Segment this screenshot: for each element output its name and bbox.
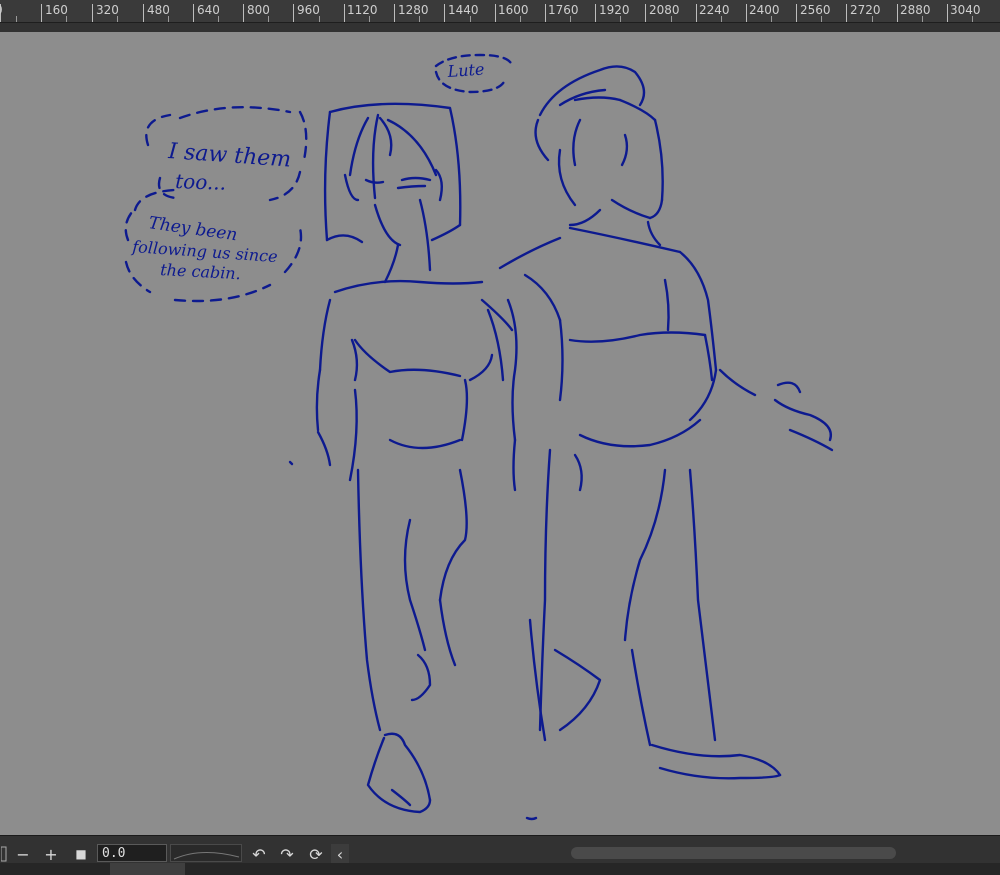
zoom-input[interactable]: 0.0 <box>97 844 167 862</box>
ruler-label: 1760 <box>548 3 579 17</box>
ruler-label: 2400 <box>749 3 780 17</box>
ruler-label: 2240 <box>699 3 730 17</box>
bubble-note-text: Lute <box>446 59 485 81</box>
rotate-right-button[interactable]: ↷ <box>276 844 298 864</box>
ruler-label: 320 <box>96 3 119 17</box>
horizontal-ruler: 0 160 320 480 640 800 960 1120 1280 1440… <box>0 0 1000 23</box>
rotate-left-icon: ↶ <box>252 844 266 864</box>
fit-to-screen-button[interactable]: ■ <box>70 844 92 864</box>
ruler-label: 1920 <box>599 3 630 17</box>
ruler-label: 1120 <box>347 3 378 17</box>
ruler-label: 0 <box>0 3 3 17</box>
ruler-label: 1440 <box>448 3 479 17</box>
bubble-line1-part2: too... <box>175 169 227 195</box>
ruler-label: 1600 <box>498 3 529 17</box>
rotate-right-icon: ↷ <box>280 844 294 864</box>
ruler-label: 160 <box>45 3 68 17</box>
sketch-artwork: LuteI saw themtoo...They beenfollowing u… <box>124 53 834 821</box>
bottom-toolbar: − + ■ 0.0 ↶ ↷ ⟳ ‹ <box>0 835 1000 875</box>
ruler-label: 640 <box>197 3 220 17</box>
horizontal-scrollbar[interactable] <box>571 847 896 859</box>
ruler-label: 2720 <box>850 3 881 17</box>
canvas-border <box>0 23 1000 32</box>
bubble-line1-part1: I saw them <box>167 139 292 173</box>
rotate-left-button[interactable]: ↶ <box>248 844 270 864</box>
ruler-label: 960 <box>297 3 320 17</box>
ruler-label: 2560 <box>800 3 831 17</box>
drawing-canvas[interactable]: Lute I saw them too... They been following u… <box>0 32 1000 835</box>
ruler-label: 2080 <box>649 3 680 17</box>
zoom-in-button[interactable]: + <box>40 844 62 864</box>
rotation-slider-track <box>173 851 240 860</box>
rotation-slider[interactable] <box>170 844 242 862</box>
sketch-strokes <box>124 53 834 821</box>
ruler-label: 3040 <box>950 3 981 17</box>
zoom-in-icon: + <box>44 844 58 864</box>
navigation-controls: − + ■ 0.0 ↶ ↷ ⟳ ‹ <box>0 844 1000 864</box>
ruler-label: 2880 <box>900 3 931 17</box>
reset-rotation-button[interactable]: ⟳ <box>305 844 327 864</box>
zoom-out-icon: − <box>16 844 30 864</box>
collapse-button[interactable]: ‹ <box>331 844 349 864</box>
zoom-out-button[interactable]: − <box>12 844 34 864</box>
panel-edge <box>0 844 8 864</box>
layer-tab[interactable] <box>110 863 185 875</box>
ruler-label: 480 <box>147 3 170 17</box>
ruler-label: 1280 <box>398 3 429 17</box>
status-strip <box>0 863 1000 875</box>
reset-rotation-icon: ⟳ <box>309 844 323 864</box>
ruler-label: 800 <box>247 3 270 17</box>
fit-to-screen-icon: ■ <box>75 847 87 861</box>
bubble-line2-part3: the cabin. <box>160 260 241 283</box>
chevron-left-icon: ‹ <box>336 844 344 864</box>
